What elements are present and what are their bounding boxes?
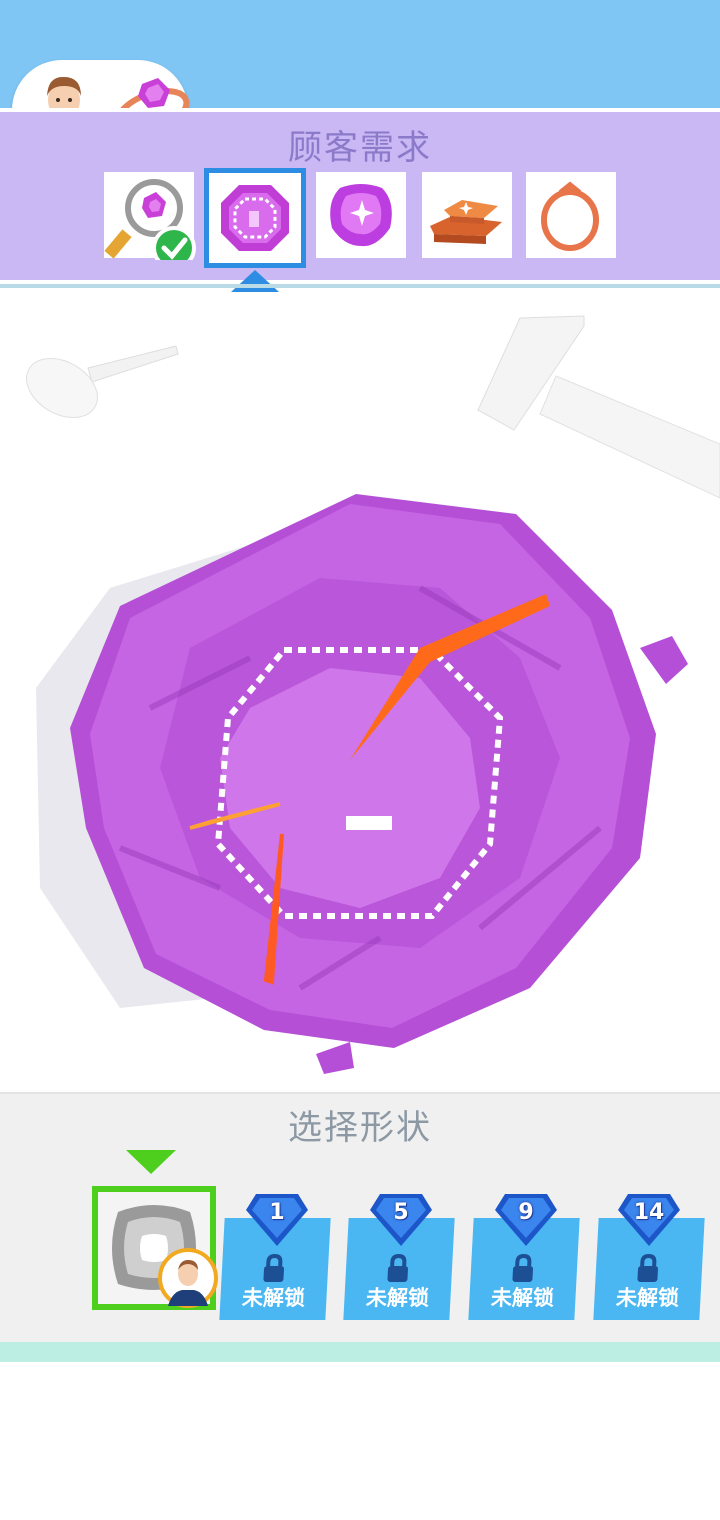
gold-bar-icon	[430, 200, 502, 244]
octagon-gem-icon	[221, 185, 289, 251]
locked-label: 未解锁	[241, 1286, 306, 1310]
gem-cost-badge: 5	[368, 1190, 434, 1248]
shape-option-selected[interactable]	[92, 1186, 218, 1310]
step-inspect[interactable]	[104, 172, 196, 260]
gem-cost: 14	[633, 1200, 665, 1225]
gem-cost: 5	[393, 1200, 409, 1225]
magnifier-gem-icon	[104, 179, 196, 260]
hammer-tool-icon	[477, 315, 720, 499]
lock-icon	[387, 1254, 409, 1282]
chisel-tool-icon	[26, 345, 179, 418]
lock-icon	[637, 1254, 659, 1282]
gem-cost: 1	[269, 1200, 285, 1225]
ring-icon	[541, 181, 599, 251]
locked-label: 未解锁	[615, 1286, 680, 1310]
polished-gem-icon	[330, 184, 392, 247]
locked-label: 未解锁	[490, 1286, 555, 1310]
gem-cost-badge: 14	[616, 1190, 682, 1248]
shape-selector-title: 选择形状	[288, 1108, 432, 1148]
selected-shape-pointer	[126, 1150, 176, 1174]
bottom-accent-bar	[0, 1342, 720, 1362]
locked-label: 未解锁	[365, 1286, 430, 1310]
lock-icon	[512, 1254, 534, 1282]
step-gold[interactable]	[422, 172, 512, 258]
customer-avatar-icon	[158, 1248, 218, 1308]
step-polish[interactable]	[316, 172, 406, 258]
step-ring[interactable]	[526, 172, 616, 258]
step-cut-shape[interactable]	[204, 168, 306, 268]
lock-icon	[263, 1254, 285, 1282]
gem-cutting-scene[interactable]	[0, 288, 720, 1090]
gem-cost-badge: 1	[244, 1190, 310, 1248]
customer-needs-title: 顾客需求	[288, 128, 432, 168]
gem-cost: 9	[518, 1200, 534, 1225]
gem-cost-badge: 9	[493, 1190, 559, 1248]
